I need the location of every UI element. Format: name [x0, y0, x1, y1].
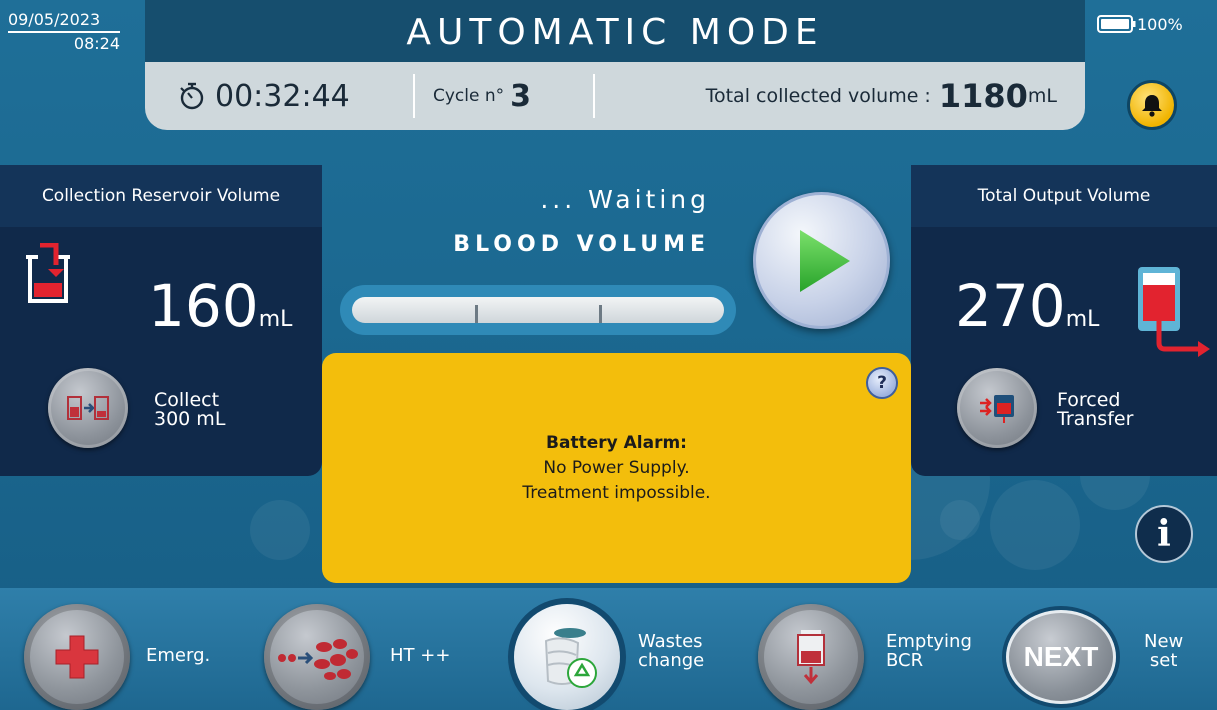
cycle-label: Cycle n° — [433, 86, 505, 106]
forced-transfer-button[interactable] — [957, 368, 1037, 448]
question-icon: ? — [877, 373, 887, 393]
total-label: Total collected volume : — [705, 85, 931, 107]
output-bag-icon — [1138, 267, 1210, 357]
alarm-line-1: No Power Supply. — [543, 458, 690, 478]
panel-title: Collection Reservoir Volume — [0, 165, 322, 227]
emptying-bcr-icon — [797, 630, 825, 685]
battery-alarm-message: Battery Alarm: No Power Supply. Treatmen… — [322, 353, 911, 583]
bubble-decoration — [250, 500, 310, 560]
collect-label-line2: 300 mL — [154, 408, 226, 430]
output-volume: 270mL — [955, 277, 1099, 335]
wastes-change-button[interactable] — [514, 604, 620, 710]
ht-plus-button[interactable] — [264, 604, 370, 710]
reservoir-icon — [26, 243, 70, 303]
cycle-value: 3 — [510, 78, 532, 114]
page-title: AUTOMATIC MODE — [145, 0, 1085, 62]
treatment-timer: 00:32:44 — [145, 62, 413, 130]
wastes-label-line2: change — [638, 650, 705, 671]
next-button[interactable]: NEXT — [1006, 610, 1116, 704]
battery-icon — [1097, 15, 1136, 33]
date-text: 09/05/2023 — [8, 10, 120, 33]
waiting-status: ... Waiting — [540, 185, 710, 214]
new-set-line1: New — [1144, 631, 1184, 652]
blood-volume-progress — [340, 285, 736, 335]
timer-value: 00:32:44 — [215, 78, 350, 114]
collection-reservoir-panel: Collection Reservoir Volume 160mL Collec… — [0, 165, 322, 476]
emergency-label: Emerg. — [146, 645, 211, 666]
panel-title: Total Output Volume — [911, 165, 1217, 227]
total-output-panel: Total Output Volume 270mL Forced Transfe… — [911, 165, 1217, 476]
alarm-title: Battery Alarm: — [546, 433, 687, 453]
alarm-bell-button[interactable] — [1127, 80, 1177, 130]
total-collected-volume: Total collected volume : 1180 mL — [595, 62, 1085, 130]
collect-label: Collect 300 mL — [154, 391, 225, 429]
waste-recycle-icon — [544, 628, 597, 688]
play-icon — [799, 229, 850, 292]
cycle-counter: Cycle n° 3 — [415, 62, 593, 130]
info-button[interactable]: i — [1135, 505, 1193, 563]
collect-transfer-icon — [67, 396, 109, 420]
total-unit: mL — [1027, 85, 1057, 107]
forced-transfer-label: Forced Transfer — [1057, 391, 1133, 429]
output-volume-unit: mL — [1065, 307, 1100, 332]
bubble-decoration — [990, 480, 1080, 570]
progress-tick — [599, 305, 603, 323]
progress-track — [352, 297, 724, 323]
blood-volume-label: BLOOD VOLUME — [453, 232, 710, 257]
status-bar: 00:32:44 Cycle n° 3 Total collected volu… — [145, 62, 1085, 130]
reservoir-volume-value: 160 — [148, 272, 259, 340]
stopwatch-icon — [180, 82, 204, 110]
forced-transfer-icon — [980, 395, 1014, 423]
new-set-line2: set — [1149, 650, 1178, 671]
emptying-bcr-label: Emptying BCR — [886, 632, 972, 670]
battery-status: 100% — [1097, 14, 1183, 34]
wastes-label-line1: Wastes — [638, 631, 703, 652]
emptying-label-line1: Emptying — [886, 631, 972, 652]
alarm-text: Battery Alarm: No Power Supply. Treatmen… — [322, 431, 911, 506]
new-set-label: New set — [1144, 632, 1183, 670]
blood-cells-icon — [278, 639, 358, 680]
progress-tick — [474, 305, 478, 323]
reservoir-volume-unit: mL — [258, 307, 293, 332]
next-label: NEXT — [1023, 641, 1099, 672]
forced-transfer-line2: Transfer — [1057, 408, 1134, 430]
time-text: 08:24 — [73, 34, 120, 53]
emptying-bcr-button[interactable] — [758, 604, 864, 710]
bell-icon — [1142, 95, 1162, 117]
info-icon: i — [1157, 513, 1171, 555]
wastes-change-label: Wastes change — [638, 632, 704, 670]
reservoir-volume: 160mL — [148, 277, 292, 335]
ht-plus-label: HT ++ — [390, 645, 451, 666]
help-button[interactable]: ? — [866, 367, 898, 399]
total-value: 1180 — [938, 77, 1028, 115]
alarm-line-2: Treatment impossible. — [522, 483, 711, 503]
bubble-decoration — [940, 500, 980, 540]
collect-button[interactable] — [48, 368, 128, 448]
emergency-button[interactable] — [24, 604, 130, 710]
emptying-label-line2: BCR — [886, 650, 924, 671]
app-screen: 09/05/2023 08:24 AUTOMATIC MODE 00:32:44… — [0, 0, 1217, 710]
start-button[interactable] — [753, 192, 890, 329]
output-volume-value: 270 — [955, 272, 1066, 340]
battery-level: 100% — [1137, 14, 1183, 34]
medical-cross-icon — [55, 635, 99, 679]
datetime: 09/05/2023 08:24 — [8, 10, 140, 53]
